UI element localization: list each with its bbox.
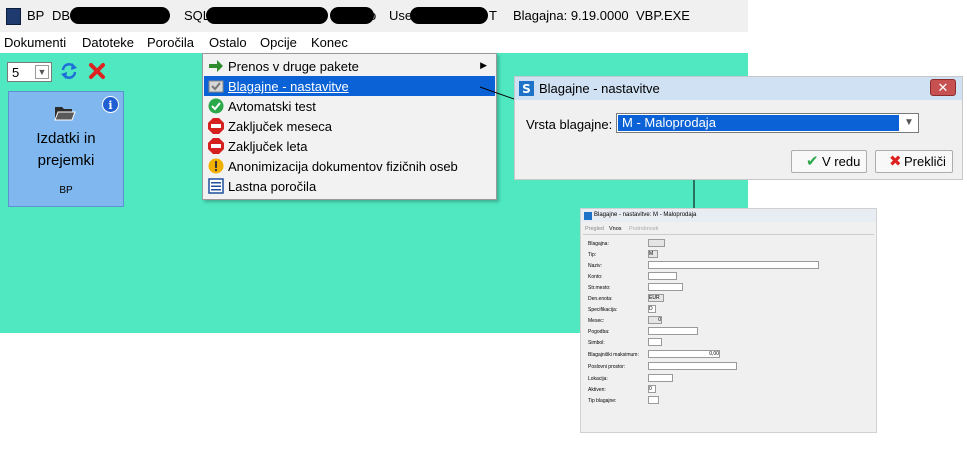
vrsta-blagajne-label: Vrsta blagajne: — [526, 117, 613, 132]
field-maksimum[interactable]: 0,00 — [648, 350, 720, 358]
form-title: Blagajne - nastavitve: M - Maloprodaja — [594, 212, 697, 218]
field-simbol[interactable] — [648, 338, 662, 346]
dialog-title: Blagajne - nastavitve — [539, 81, 660, 96]
label-maksimum: Blagajniški maksimum: — [588, 352, 639, 358]
blagajne-dialog: S Blagajne - nastavitve ✕ Vrsta blagajne… — [514, 76, 963, 180]
ok-button[interactable]: ✔ V redu — [791, 150, 867, 173]
ok-label: V redu — [822, 154, 861, 169]
field-specifikacija-value: D — [649, 306, 653, 312]
field-aktiven[interactable]: 0 — [648, 385, 656, 393]
field-naziv[interactable] — [648, 261, 819, 269]
label-specifikacija: Specifikacija: — [588, 307, 618, 313]
field-den-enota[interactable]: EUR — [648, 294, 664, 302]
label-aktiven: Aktiven: — [588, 387, 606, 393]
chevron-down-icon: ▼ — [904, 117, 914, 128]
cancel-label: Prekliči — [904, 154, 946, 169]
settings-form: Blagajne - nastavitve: M - Maloprodaja P… — [580, 208, 877, 433]
label-naziv: Naziv: — [588, 263, 602, 269]
field-tip[interactable]: M — [648, 250, 658, 258]
field-str-mesto[interactable] — [648, 283, 683, 291]
close-button[interactable]: ✕ — [930, 79, 956, 96]
label-tip: Tip: — [588, 252, 597, 258]
close-icon: ✕ — [937, 80, 949, 95]
combo-value: M - Maloprodaja — [618, 115, 899, 131]
tab-pregled[interactable]: Pregled — [585, 226, 604, 232]
field-mesec[interactable]: 0 — [648, 316, 662, 324]
field-tip-blagajne[interactable] — [648, 396, 659, 404]
field-maksimum-value: 0,00 — [709, 351, 719, 357]
app-s-icon: S — [519, 81, 534, 96]
label-lokacija: Lokacija: — [588, 376, 608, 382]
label-pogodba: Pogodba: — [588, 329, 610, 335]
label-simbol: Simbol: — [588, 340, 605, 346]
form-title-bar: Blagajne - nastavitve: M - Maloprodaja — [581, 209, 876, 222]
svg-text:S: S — [522, 82, 531, 96]
tab-podrobnosti[interactable]: Podrobnosti — [629, 226, 658, 232]
x-icon: ✖ — [889, 153, 902, 170]
field-konto[interactable] — [648, 272, 677, 280]
field-tip-value: M — [649, 251, 654, 257]
label-konto: Konto: — [588, 274, 603, 280]
dialog-title-bar: S Blagajne - nastavitve ✕ — [515, 77, 962, 100]
cancel-button[interactable]: ✖ Prekliči — [875, 150, 953, 173]
field-den-enota-value: EUR — [649, 295, 660, 301]
label-poslovni-prostor: Poslovni prostor: — [588, 364, 626, 370]
vrsta-blagajne-combo[interactable]: M - Maloprodaja ▼ — [616, 113, 919, 133]
field-blagajna[interactable] — [648, 239, 665, 247]
checkmark-icon: ✔ — [806, 153, 819, 170]
field-lokacija[interactable] — [648, 374, 673, 382]
label-den-enota: Den.enota: — [588, 296, 613, 302]
label-tip-blagajne: Tip blagajne: — [588, 398, 617, 404]
label-blagajna: Blagajna: — [588, 241, 609, 247]
tab-vnos[interactable]: Vnos — [609, 226, 622, 232]
label-str-mesto: Str.mesto: — [588, 285, 611, 291]
field-pogodba[interactable] — [648, 327, 698, 335]
field-aktiven-value: 0 — [649, 386, 652, 392]
field-mesec-value: 0 — [658, 317, 661, 323]
app-s-icon — [584, 212, 592, 220]
field-specifikacija[interactable]: D — [648, 305, 656, 313]
field-poslovni-prostor[interactable] — [648, 362, 737, 370]
label-mesec: Mesec: — [588, 318, 605, 324]
